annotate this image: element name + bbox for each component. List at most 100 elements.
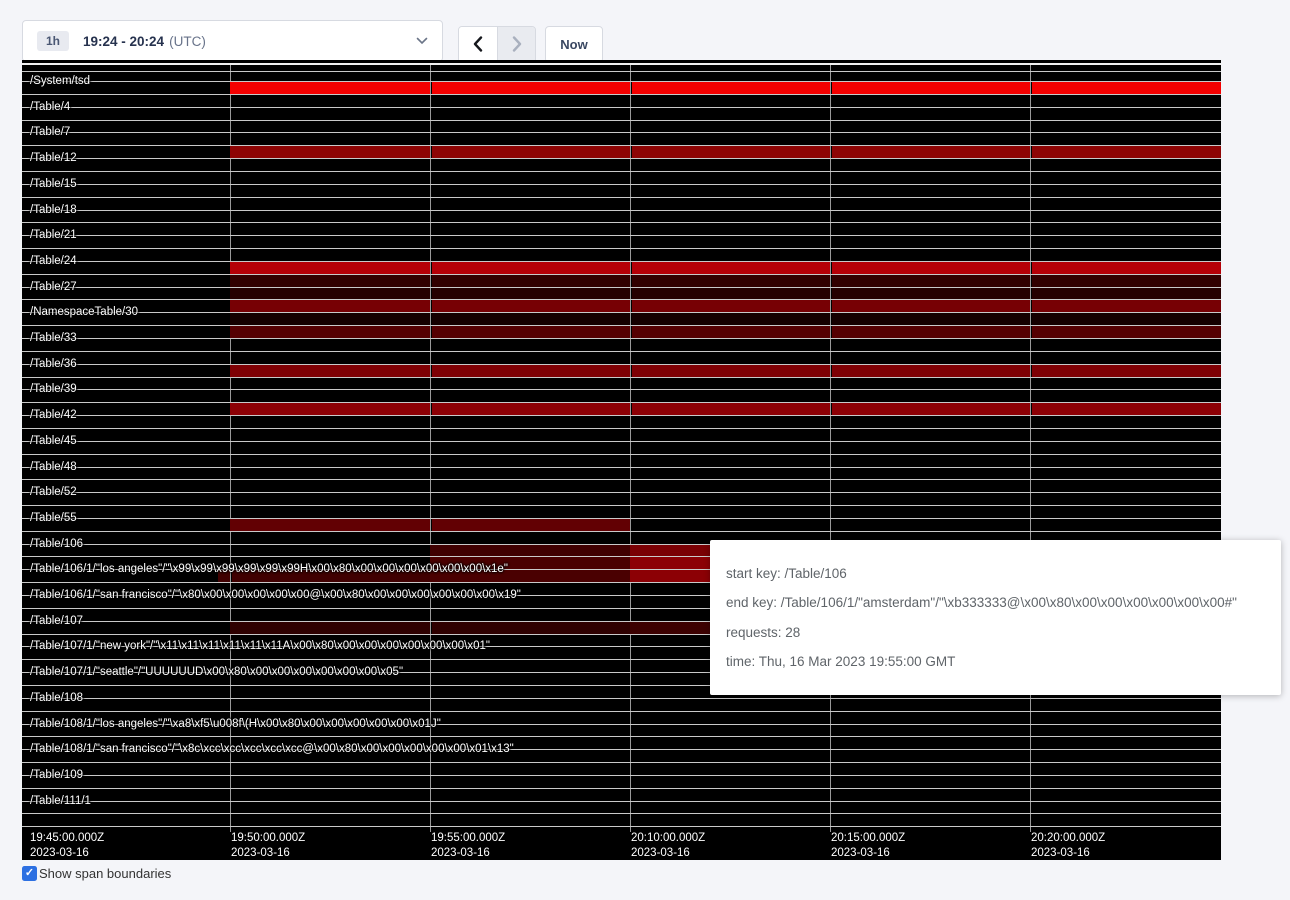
prev-time-button[interactable] bbox=[459, 27, 497, 64]
span-label: /Table/52 bbox=[30, 486, 77, 498]
span-label: /Table/107 bbox=[30, 615, 83, 627]
span-label: /Table/39 bbox=[30, 383, 77, 395]
heatmap-band bbox=[832, 313, 1030, 325]
tick-time: 19:55:00.000Z bbox=[431, 831, 505, 846]
heatmap-band bbox=[832, 365, 1030, 377]
span-boundary-line bbox=[22, 158, 1221, 159]
span-label: /Table/18 bbox=[30, 204, 77, 216]
heatmap-band bbox=[230, 288, 430, 300]
heatmap-band bbox=[632, 300, 830, 312]
span-boundary-line bbox=[22, 698, 1221, 699]
show-span-boundaries-row: ✓ Show span boundaries bbox=[22, 866, 171, 881]
span-boundary-line bbox=[22, 441, 1221, 442]
heatmap-band bbox=[632, 82, 830, 94]
span-boundary-line bbox=[22, 762, 1221, 763]
heatmap-band bbox=[432, 275, 630, 287]
heatmap-band bbox=[230, 300, 430, 312]
span-label: /Table/7 bbox=[30, 126, 70, 138]
heatmap-band bbox=[432, 82, 630, 94]
time-axis-tick: 20:20:00.000Z2023-03-16 bbox=[1031, 831, 1105, 860]
heatmap-band bbox=[632, 403, 830, 415]
heatmap-band bbox=[632, 326, 830, 338]
time-axis-tick: 19:55:00.000Z2023-03-16 bbox=[431, 831, 505, 860]
span-boundary-line bbox=[22, 428, 1221, 429]
span-label: /Table/107/1/"new york"/"\x11\x11\x11\x1… bbox=[30, 640, 490, 652]
tick-time: 19:50:00.000Z bbox=[231, 831, 305, 846]
now-button[interactable]: Now bbox=[545, 26, 603, 63]
span-label: /Table/36 bbox=[30, 358, 77, 370]
heatmap-band bbox=[1032, 365, 1221, 377]
heatmap-band bbox=[632, 288, 830, 300]
heatmap-band bbox=[432, 288, 630, 300]
heatmap-band bbox=[432, 365, 630, 377]
span-label: /Table/12 bbox=[30, 152, 77, 164]
span-boundary-line bbox=[22, 377, 1221, 378]
span-label: /Table/106 bbox=[30, 538, 83, 550]
span-boundary-line bbox=[22, 389, 1221, 390]
heatmap-band bbox=[432, 146, 630, 158]
heatmap-band bbox=[230, 326, 430, 338]
heatmap-band bbox=[230, 622, 430, 634]
heatmap-band bbox=[230, 146, 430, 158]
span-label: /Table/108/1/"san francisco"/"\x8c\xcc\x… bbox=[30, 743, 514, 755]
tick-date: 2023-03-16 bbox=[1031, 846, 1105, 861]
span-boundary-line bbox=[22, 210, 1221, 211]
span-label: /Table/45 bbox=[30, 435, 77, 447]
duration-badge: 1h bbox=[37, 31, 69, 51]
span-label: /Table/107/1/"seattle"/"UUUUUUD\x00\x80\… bbox=[30, 666, 403, 678]
span-boundary-line bbox=[22, 505, 1221, 506]
show-span-boundaries-checkbox[interactable]: ✓ bbox=[22, 866, 37, 881]
span-boundary-line bbox=[22, 826, 1221, 827]
key-visualizer-canvas[interactable]: /System/tsd/Table/4/Table/7/Table/12/Tab… bbox=[22, 60, 1221, 860]
timezone-label: (UTC) bbox=[169, 34, 206, 49]
span-boundary-line bbox=[22, 120, 1221, 121]
heatmap-band bbox=[230, 262, 430, 274]
span-boundary-line bbox=[22, 184, 1221, 185]
heatmap-band bbox=[1032, 288, 1221, 300]
heatmap-band bbox=[230, 403, 430, 415]
heatmap-band bbox=[1032, 326, 1221, 338]
heatmap-band bbox=[832, 275, 1030, 287]
heatmap-band bbox=[1032, 275, 1221, 287]
time-axis-tick: 19:45:00.000Z2023-03-16 bbox=[30, 831, 104, 860]
next-time-button[interactable] bbox=[497, 27, 535, 64]
time-axis-tick: 19:50:00.000Z2023-03-16 bbox=[231, 831, 305, 860]
span-label: /Table/42 bbox=[30, 409, 77, 421]
tooltip-start-key: start key: /Table/106 bbox=[726, 566, 1265, 581]
heatmap-band bbox=[432, 622, 630, 634]
span-boundary-line bbox=[22, 132, 1221, 133]
span-boundary-line bbox=[22, 711, 1221, 712]
span-boundary-line bbox=[22, 197, 1221, 198]
time-range-label: 19:24 - 20:24 bbox=[83, 34, 164, 49]
time-range-select[interactable]: 1h 19:24 - 20:24 (UTC) bbox=[22, 20, 443, 62]
heatmap-band bbox=[1032, 313, 1221, 325]
tick-time: 20:10:00.000Z bbox=[631, 831, 705, 846]
chevron-right-icon bbox=[512, 36, 522, 55]
span-label: /Table/27 bbox=[30, 281, 77, 293]
tick-date: 2023-03-16 bbox=[30, 846, 104, 861]
heatmap-band bbox=[632, 262, 830, 274]
checkmark-icon: ✓ bbox=[25, 868, 34, 879]
span-label: /Table/33 bbox=[30, 332, 77, 344]
heatmap-band bbox=[632, 275, 830, 287]
heatmap-band bbox=[1032, 146, 1221, 158]
heatmap-band bbox=[432, 313, 630, 325]
heatmap-band bbox=[432, 326, 630, 338]
tick-date: 2023-03-16 bbox=[431, 846, 505, 861]
heatmap-band bbox=[832, 326, 1030, 338]
tick-time: 20:15:00.000Z bbox=[831, 831, 905, 846]
span-label: /Table/106/1/"los angeles"/"\x99\x99\x99… bbox=[30, 563, 508, 575]
time-gridline bbox=[630, 63, 631, 832]
time-gridline bbox=[1030, 63, 1031, 832]
span-tooltip: start key: /Table/106 end key: /Table/10… bbox=[710, 540, 1281, 695]
tick-time: 19:45:00.000Z bbox=[30, 831, 104, 846]
span-boundary-line bbox=[22, 338, 1221, 339]
tooltip-requests: requests: 28 bbox=[726, 625, 1265, 640]
tick-time: 20:20:00.000Z bbox=[1031, 831, 1105, 846]
span-label: /Table/24 bbox=[30, 255, 77, 267]
span-label: /NamespaceTable/30 bbox=[30, 306, 138, 318]
heatmap-band bbox=[832, 288, 1030, 300]
heatmap-band bbox=[230, 519, 430, 531]
span-boundary-line bbox=[22, 454, 1221, 455]
span-boundary-line bbox=[22, 415, 1221, 416]
